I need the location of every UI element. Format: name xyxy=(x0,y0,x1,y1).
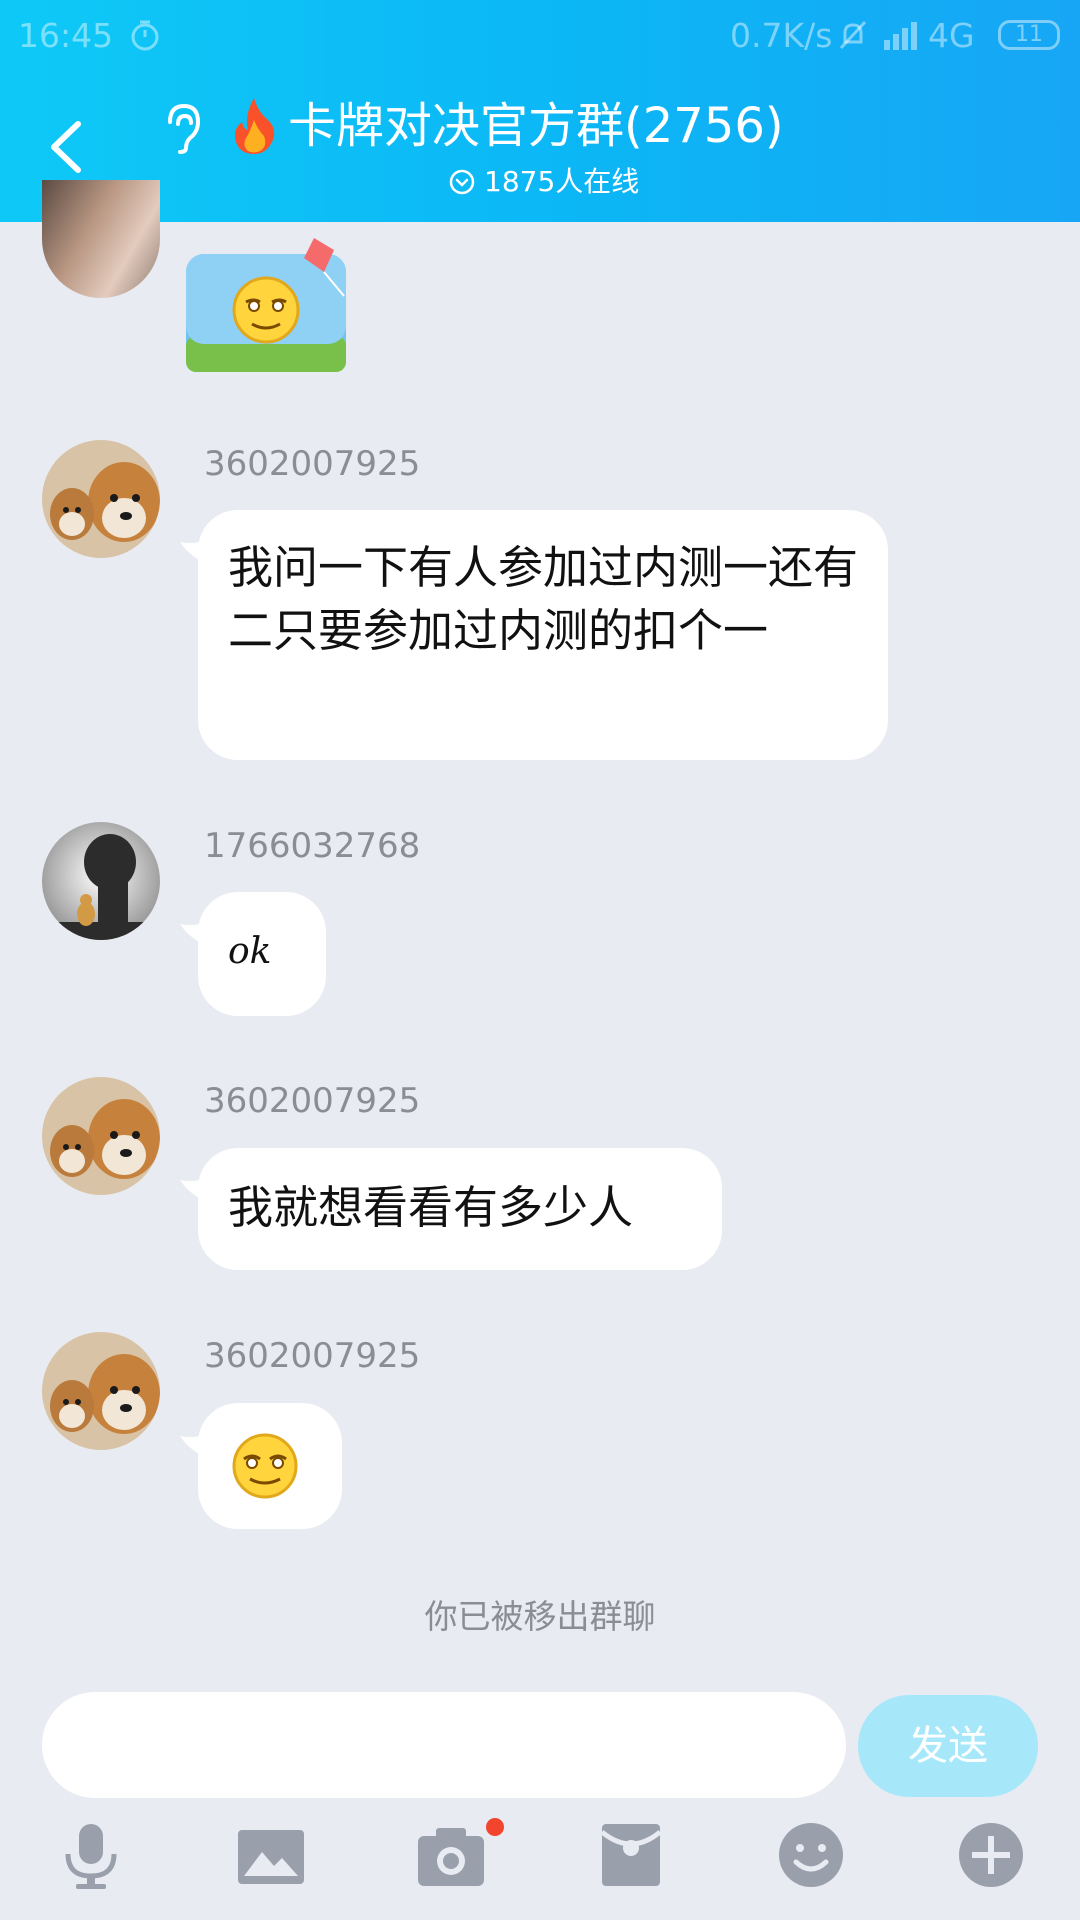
online-check-icon xyxy=(449,169,475,195)
network-speed: 0.7K/s xyxy=(730,16,833,55)
message-text: 我就想看看有多少人 xyxy=(228,1181,634,1234)
battery-indicator: 11 xyxy=(998,20,1060,50)
message-bubble[interactable] xyxy=(198,1403,342,1529)
notification-dot xyxy=(486,1818,504,1836)
avatar[interactable] xyxy=(42,440,160,558)
message-text: ok xyxy=(228,931,272,972)
system-message: 你已被移出群聊 xyxy=(424,1597,656,1636)
message-bubble[interactable]: 我就想看看有多少人 xyxy=(198,1148,722,1270)
camera-icon[interactable] xyxy=(416,1820,486,1890)
avatar[interactable] xyxy=(42,1077,160,1195)
message-bubble[interactable]: 我问一下有人参加过内测一还有二只要参加过内测的扣个一 xyxy=(198,510,888,760)
ear-icon[interactable] xyxy=(160,100,204,156)
message-bubble[interactable]: ok xyxy=(198,892,326,1016)
fire-icon xyxy=(234,98,275,154)
smirk-emoji-icon xyxy=(232,1433,298,1499)
signal-icon xyxy=(884,22,917,50)
online-count: 1875人在线 xyxy=(448,164,639,200)
plus-icon[interactable] xyxy=(956,1820,1026,1890)
send-button[interactable]: 发送 xyxy=(858,1695,1038,1797)
message-text: 我问一下有人参加过内测一还有二只要参加过内测的扣个一 xyxy=(228,541,859,657)
chat-header: 16:45 0.7K/s 4G 11 卡牌对决官方群(2756) 1875人在线 xyxy=(0,0,1080,222)
group-title: 卡牌对决官方群(2756) xyxy=(288,98,784,154)
sender-name: 3602007925 xyxy=(204,1336,421,1376)
image-icon[interactable] xyxy=(236,1820,306,1890)
avatar[interactable] xyxy=(42,822,160,940)
network-type: 4G xyxy=(928,16,975,55)
status-time: 16:45 xyxy=(18,16,114,55)
status-bar: 16:45 0.7K/s 4G 11 xyxy=(0,0,1080,72)
mute-bell-icon xyxy=(839,20,867,50)
red-packet-icon[interactable] xyxy=(596,1820,666,1890)
message-input[interactable] xyxy=(42,1692,846,1798)
sticker-message[interactable] xyxy=(174,236,370,386)
mic-icon[interactable] xyxy=(56,1820,126,1890)
online-count-text: 1875人在线 xyxy=(484,165,640,198)
avatar[interactable] xyxy=(42,180,160,298)
timer-icon xyxy=(131,20,159,51)
back-button[interactable] xyxy=(42,112,92,182)
sender-name: 3602007925 xyxy=(204,1081,421,1121)
emoji-icon[interactable] xyxy=(776,1820,846,1890)
sender-name: 3602007925 xyxy=(204,444,421,484)
sender-name: 1766032768 xyxy=(204,826,421,866)
avatar[interactable] xyxy=(42,1332,160,1450)
